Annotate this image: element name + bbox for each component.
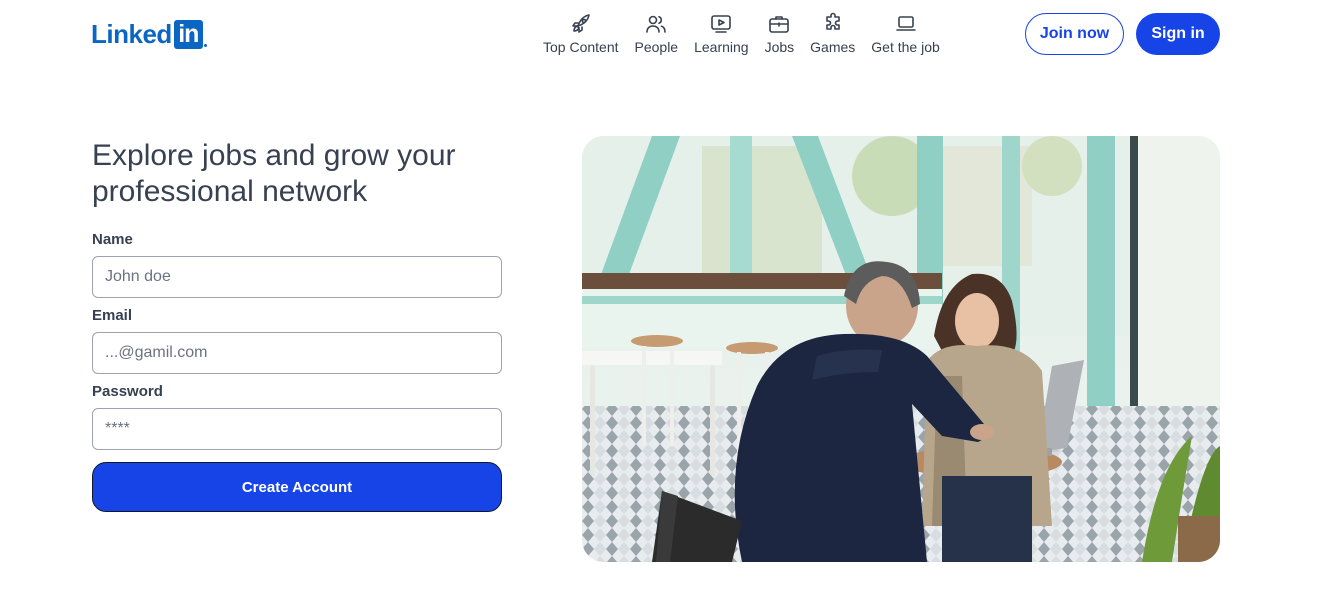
main-nav: Top Content People Learning Jobs Games G… — [535, 12, 948, 55]
email-field[interactable] — [92, 332, 502, 374]
signup-form: Name Email Password Create Account — [92, 230, 502, 512]
nav-label-jobs: Jobs — [764, 39, 795, 55]
hero-photo-illustration — [582, 136, 1220, 562]
briefcase-icon — [767, 12, 791, 36]
hero-image — [582, 136, 1220, 562]
email-label: Email — [92, 307, 133, 324]
nav-item-jobs[interactable]: Jobs — [757, 12, 803, 55]
rocket-icon — [569, 12, 593, 36]
password-field[interactable] — [92, 408, 502, 450]
sign-in-button[interactable]: Sign in — [1136, 13, 1220, 55]
nav-item-top-content[interactable]: Top Content — [535, 12, 627, 55]
create-account-button[interactable]: Create Account — [92, 462, 502, 512]
join-now-button[interactable]: Join now — [1025, 13, 1124, 55]
name-label: Name — [92, 231, 133, 248]
nav-item-get-the-job[interactable]: Get the job — [863, 12, 948, 55]
people-icon — [644, 12, 668, 36]
laptop-icon — [894, 12, 918, 36]
play-screen-icon — [709, 12, 733, 36]
name-field[interactable] — [92, 256, 502, 298]
nav-item-learning[interactable]: Learning — [686, 12, 757, 55]
nav-label-get-the-job: Get the job — [871, 39, 940, 55]
logo-in-box: in — [173, 19, 203, 49]
nav-label-people: People — [634, 39, 679, 55]
password-label: Password — [92, 383, 163, 400]
linkedin-logo[interactable]: Linked in — [91, 19, 207, 49]
logo-wordmark: Linked — [91, 19, 172, 49]
page-headline: Explore jobs and grow your professional … — [92, 139, 456, 208]
puzzle-icon — [821, 12, 845, 36]
nav-item-games[interactable]: Games — [802, 12, 863, 55]
site-header: Linked in Top Content People Learning Jo… — [0, 0, 1331, 70]
nav-item-people[interactable]: People — [627, 12, 687, 55]
nav-label-games: Games — [810, 39, 856, 55]
nav-label-learning: Learning — [694, 39, 749, 55]
nav-label-top-content: Top Content — [543, 39, 619, 55]
logo-registered-dot — [203, 43, 207, 47]
